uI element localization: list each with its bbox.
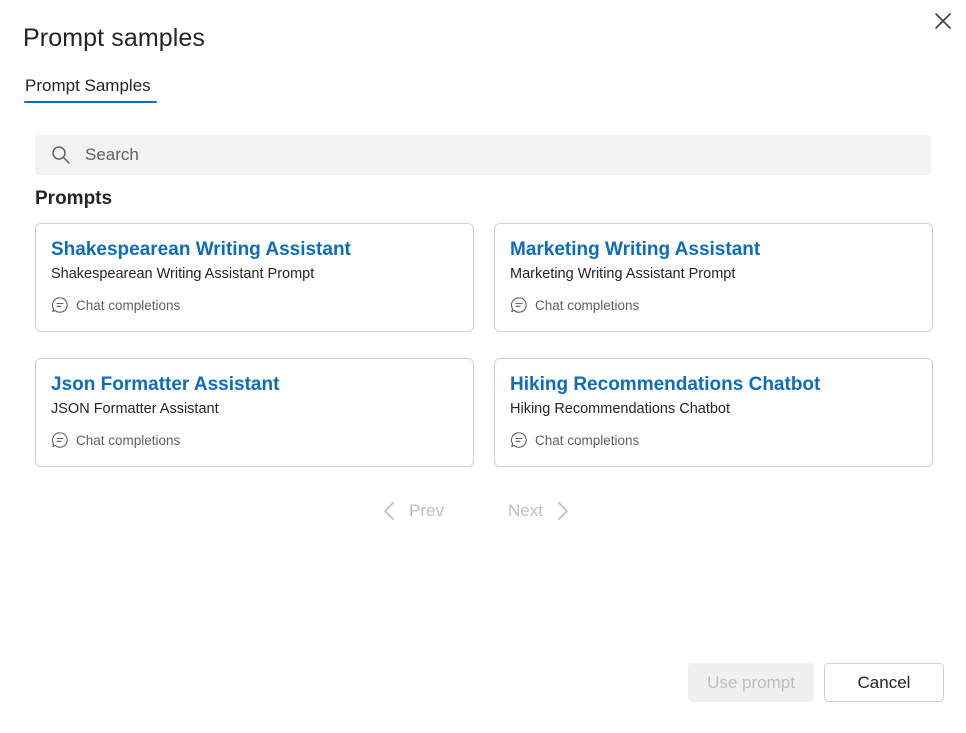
prompt-card[interactable]: Json Formatter Assistant JSON Formatter … <box>35 358 474 467</box>
prompt-card-tag: Chat completions <box>51 431 180 449</box>
close-icon <box>935 13 951 29</box>
prompt-card-description: Hiking Recommendations Chatbot <box>510 401 731 417</box>
prompt-card-title[interactable]: Shakespearean Writing Assistant <box>51 239 351 261</box>
dialog-title: Prompt samples <box>23 24 206 52</box>
prompt-card-tag: Chat completions <box>510 431 639 449</box>
prompt-card-tag-label: Chat completions <box>76 432 181 448</box>
prompt-card-tag-label: Chat completions <box>535 297 640 313</box>
prompt-card-title[interactable]: Json Formatter Assistant <box>51 374 279 396</box>
prompt-card-tag-label: Chat completions <box>535 432 640 448</box>
chat-icon <box>510 432 527 448</box>
prev-page-button[interactable]: Prev <box>382 500 444 522</box>
search-box <box>35 135 931 175</box>
chat-icon <box>510 297 527 313</box>
prompt-card[interactable]: Hiking Recommendations Chatbot Hiking Re… <box>494 358 933 467</box>
prompt-card-description: JSON Formatter Assistant <box>51 401 219 417</box>
prompt-card[interactable]: Marketing Writing Assistant Marketing Wr… <box>494 223 933 332</box>
search-icon <box>52 146 70 164</box>
prompt-card-tag-label: Chat completions <box>76 297 181 313</box>
prompt-card-tag: Chat completions <box>51 296 180 314</box>
use-prompt-button[interactable]: Use prompt <box>688 663 814 702</box>
chat-icon <box>51 297 68 313</box>
prompt-card[interactable]: Shakespearean Writing Assistant Shakespe… <box>35 223 474 332</box>
chat-icon <box>51 432 68 448</box>
close-button[interactable] <box>930 8 956 34</box>
tab-prompt-samples[interactable]: Prompt Samples <box>25 76 151 96</box>
section-title: Prompts <box>35 188 113 209</box>
prev-page-label: Prev <box>409 501 444 520</box>
tab-selected-indicator <box>24 101 157 103</box>
prompt-card-tag: Chat completions <box>510 296 639 314</box>
chevron-left-icon <box>384 502 394 520</box>
prompt-card-title[interactable]: Marketing Writing Assistant <box>510 239 760 261</box>
prompt-card-description: Shakespearean Writing Assistant Prompt <box>51 266 315 282</box>
next-page-button[interactable]: Next <box>508 500 570 522</box>
search-input[interactable] <box>85 135 915 175</box>
prompt-card-description: Marketing Writing Assistant Prompt <box>510 266 736 282</box>
next-page-label: Next <box>508 501 543 520</box>
prompt-card-title[interactable]: Hiking Recommendations Chatbot <box>510 374 820 396</box>
cancel-button[interactable]: Cancel <box>824 663 944 702</box>
chevron-right-icon <box>558 502 568 520</box>
